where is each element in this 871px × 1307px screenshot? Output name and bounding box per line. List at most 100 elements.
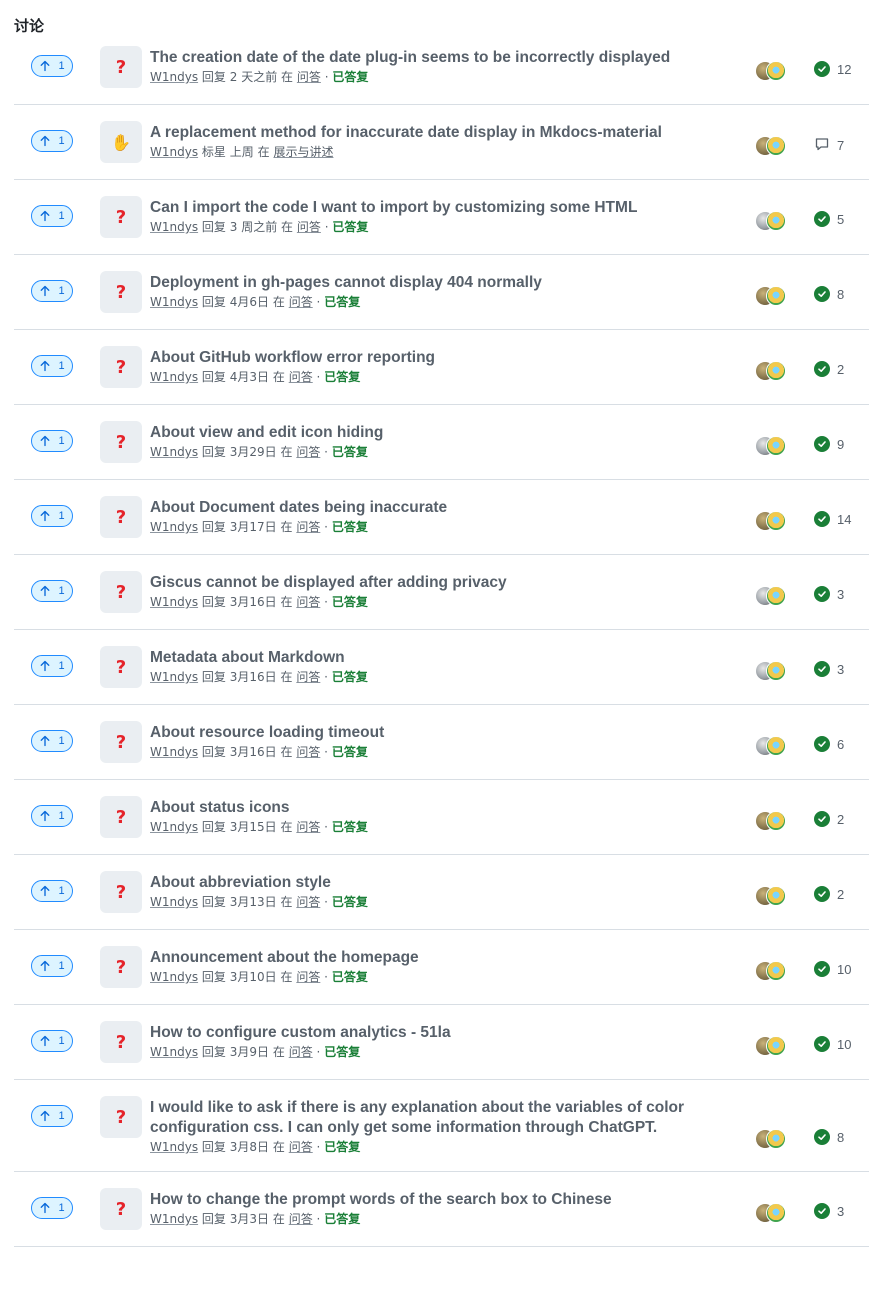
author-link[interactable]: W1ndys <box>150 445 198 459</box>
discussion-title-link[interactable]: Metadata about Markdown <box>150 648 710 668</box>
avatar[interactable] <box>766 211 786 231</box>
author-link[interactable]: W1ndys <box>150 1045 198 1059</box>
upvote-button[interactable]: 1 <box>31 1197 73 1219</box>
category-emoji[interactable]: ? <box>100 796 142 838</box>
category-link[interactable]: 问答 <box>289 370 313 384</box>
category-link[interactable]: 问答 <box>289 1140 313 1154</box>
participant-avatars[interactable] <box>755 136 789 156</box>
discussion-title-link[interactable]: The creation date of the date plug-in se… <box>150 48 710 68</box>
avatar[interactable] <box>766 61 786 81</box>
avatar[interactable] <box>766 736 786 756</box>
avatar[interactable] <box>766 511 786 531</box>
discussion-title-link[interactable]: Giscus cannot be displayed after adding … <box>150 573 710 593</box>
category-emoji[interactable]: ? <box>100 421 142 463</box>
category-link[interactable]: 问答 <box>296 445 320 459</box>
discussion-title-link[interactable]: Deployment in gh-pages cannot display 40… <box>150 273 710 293</box>
avatar[interactable] <box>766 661 786 681</box>
category-emoji[interactable]: ? <box>100 1096 142 1138</box>
participant-avatars[interactable] <box>755 736 789 756</box>
category-link[interactable]: 问答 <box>289 1212 313 1226</box>
discussion-title-link[interactable]: About abbreviation style <box>150 873 710 893</box>
discussion-title-link[interactable]: About GitHub workflow error reporting <box>150 348 710 368</box>
participant-avatars[interactable] <box>755 586 789 606</box>
participant-avatars[interactable] <box>755 211 789 231</box>
upvote-button[interactable]: 1 <box>31 805 73 827</box>
discussion-title-link[interactable]: About view and edit icon hiding <box>150 423 710 443</box>
participant-avatars[interactable] <box>755 436 789 456</box>
upvote-button[interactable]: 1 <box>31 130 73 152</box>
upvote-button[interactable]: 1 <box>31 1030 73 1052</box>
category-link[interactable]: 问答 <box>296 595 320 609</box>
participant-avatars[interactable] <box>755 1129 789 1149</box>
category-link[interactable]: 问答 <box>296 895 320 909</box>
author-link[interactable]: W1ndys <box>150 520 198 534</box>
author-link[interactable]: W1ndys <box>150 220 198 234</box>
category-link[interactable]: 问答 <box>289 1045 313 1059</box>
upvote-button[interactable]: 1 <box>31 205 73 227</box>
upvote-button[interactable]: 1 <box>31 955 73 977</box>
category-link[interactable]: 问答 <box>296 970 320 984</box>
participant-avatars[interactable] <box>755 811 789 831</box>
avatar[interactable] <box>766 286 786 306</box>
author-link[interactable]: W1ndys <box>150 370 198 384</box>
avatar[interactable] <box>766 586 786 606</box>
discussion-title-link[interactable]: About status icons <box>150 798 710 818</box>
avatar[interactable] <box>766 136 786 156</box>
discussion-title-link[interactable]: Can I import the code I want to import b… <box>150 198 710 218</box>
avatar[interactable] <box>766 1036 786 1056</box>
category-link[interactable]: 问答 <box>296 520 320 534</box>
category-emoji[interactable]: ? <box>100 646 142 688</box>
avatar[interactable] <box>766 961 786 981</box>
category-emoji[interactable]: ✋ <box>100 121 142 163</box>
category-link[interactable]: 问答 <box>296 745 320 759</box>
participant-avatars[interactable] <box>755 61 789 81</box>
category-link[interactable]: 问答 <box>296 820 320 834</box>
upvote-button[interactable]: 1 <box>31 1105 73 1127</box>
avatar[interactable] <box>766 1203 786 1223</box>
category-emoji[interactable]: ? <box>100 196 142 238</box>
upvote-button[interactable]: 1 <box>31 730 73 752</box>
category-link[interactable]: 问答 <box>289 295 313 309</box>
upvote-button[interactable]: 1 <box>31 880 73 902</box>
author-link[interactable]: W1ndys <box>150 295 198 309</box>
category-emoji[interactable]: ? <box>100 496 142 538</box>
category-link[interactable]: 问答 <box>296 670 320 684</box>
avatar[interactable] <box>766 811 786 831</box>
participant-avatars[interactable] <box>755 361 789 381</box>
participant-avatars[interactable] <box>755 286 789 306</box>
category-link[interactable]: 问答 <box>297 220 321 234</box>
category-emoji[interactable]: ? <box>100 721 142 763</box>
upvote-button[interactable]: 1 <box>31 580 73 602</box>
category-emoji[interactable]: ? <box>100 1188 142 1230</box>
author-link[interactable]: W1ndys <box>150 595 198 609</box>
upvote-button[interactable]: 1 <box>31 430 73 452</box>
discussion-title-link[interactable]: Announcement about the homepage <box>150 948 710 968</box>
author-link[interactable]: W1ndys <box>150 895 198 909</box>
author-link[interactable]: W1ndys <box>150 70 198 84</box>
author-link[interactable]: W1ndys <box>150 145 198 159</box>
discussion-title-link[interactable]: How to change the prompt words of the se… <box>150 1190 710 1210</box>
category-emoji[interactable]: ? <box>100 871 142 913</box>
author-link[interactable]: W1ndys <box>150 1212 198 1226</box>
participant-avatars[interactable] <box>755 886 789 906</box>
participant-avatars[interactable] <box>755 661 789 681</box>
category-emoji[interactable]: ? <box>100 1021 142 1063</box>
participant-avatars[interactable] <box>755 961 789 981</box>
category-emoji[interactable]: ? <box>100 46 142 88</box>
upvote-button[interactable]: 1 <box>31 280 73 302</box>
category-emoji[interactable]: ? <box>100 571 142 613</box>
discussion-title-link[interactable]: I would like to ask if there is any expl… <box>150 1098 710 1138</box>
avatar[interactable] <box>766 1129 786 1149</box>
category-emoji[interactable]: ? <box>100 271 142 313</box>
author-link[interactable]: W1ndys <box>150 745 198 759</box>
upvote-button[interactable]: 1 <box>31 505 73 527</box>
discussion-title-link[interactable]: A replacement method for inaccurate date… <box>150 123 710 143</box>
discussion-title-link[interactable]: About resource loading timeout <box>150 723 710 743</box>
avatar[interactable] <box>766 436 786 456</box>
category-emoji[interactable]: ? <box>100 346 142 388</box>
discussion-title-link[interactable]: How to configure custom analytics - 51la <box>150 1023 710 1043</box>
author-link[interactable]: W1ndys <box>150 820 198 834</box>
upvote-button[interactable]: 1 <box>31 355 73 377</box>
discussion-title-link[interactable]: About Document dates being inaccurate <box>150 498 710 518</box>
upvote-button[interactable]: 1 <box>31 55 73 77</box>
